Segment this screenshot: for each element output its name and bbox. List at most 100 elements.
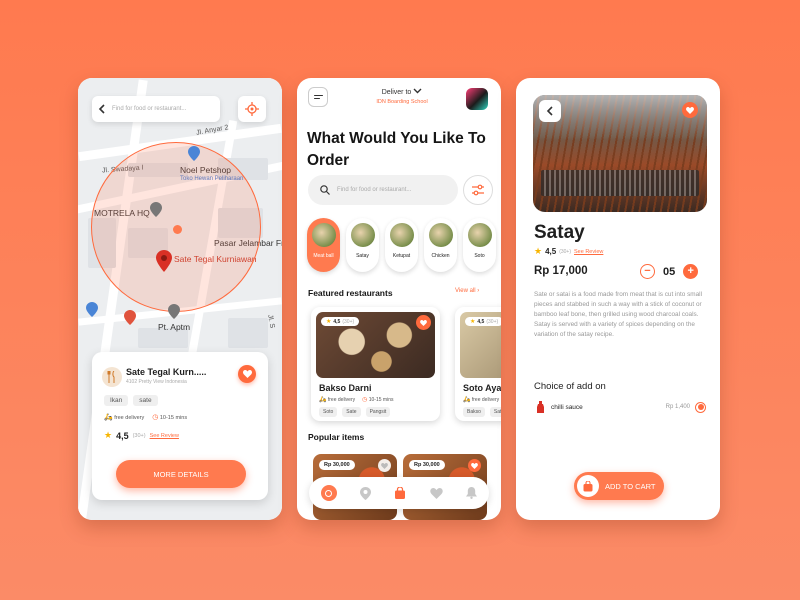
delivery-label: free delivery [471, 397, 500, 403]
featured-title: Featured restaurants [308, 288, 393, 298]
category-ketupat[interactable]: Ketupat [385, 218, 418, 272]
decrease-button[interactable]: − [640, 264, 655, 279]
delivery-time: 10-15 mins [159, 415, 188, 421]
poi-pin-icon [168, 304, 180, 319]
category-label: Meat ball [313, 253, 334, 259]
nav-location-icon[interactable] [360, 486, 372, 500]
category-image [467, 223, 492, 247]
addon-title: Choice of add on [534, 381, 606, 392]
rating-value: 4,5 [545, 247, 557, 256]
menu-icon [313, 94, 323, 96]
category-soto[interactable]: Soto [463, 218, 496, 272]
addon-radio[interactable] [695, 401, 706, 413]
delivery-icon: 🛵 [104, 414, 113, 421]
category-image [311, 223, 336, 247]
search-bar[interactable]: Find for food or restaurant... [92, 96, 220, 122]
search-input[interactable]: Find for food or restaurant... [112, 106, 186, 112]
home-screen: Deliver to IDN Boarding School What Woul… [297, 78, 501, 520]
view-all-link[interactable]: View all › [455, 288, 479, 294]
locate-button[interactable] [238, 96, 266, 122]
poi-pin-icon [86, 302, 98, 317]
restaurant-card[interactable]: ★ 4,5 (30+) Soto Ayam 🛵 free delivery Ba… [455, 307, 501, 421]
street-label: Jl. S [266, 314, 276, 329]
category-meatball[interactable]: Meat ball [307, 218, 340, 272]
back-button[interactable] [539, 100, 561, 122]
clock-icon: ◷ [152, 414, 159, 421]
compass-icon [325, 489, 333, 497]
nav-cart-icon[interactable] [394, 487, 406, 499]
addon-price: Rp 1,400 [665, 404, 690, 410]
tag: Ikan [104, 395, 129, 406]
delivery-info: 🛵 free delivery ◷ 10-15 mins [104, 413, 187, 421]
tag-list: Bakso Sate [463, 407, 501, 417]
delivery-icon: 🛵 [319, 397, 327, 403]
image-grill [541, 170, 699, 196]
favorite-button[interactable] [416, 315, 431, 330]
crosshair-icon [245, 102, 259, 116]
tag: Sate [489, 407, 501, 417]
page-title: What Would You Like To Order [307, 130, 486, 169]
add-to-cart-label: ADD TO CART [605, 481, 656, 491]
category-chicken[interactable]: Chicken [424, 218, 457, 272]
product-price: Rp 17,000 [534, 265, 588, 277]
favorite-button[interactable] [682, 102, 698, 118]
search-input[interactable]: Find for food or restaurant... [337, 187, 411, 193]
heart-icon [686, 106, 694, 114]
delivery-icon: 🛵 [463, 397, 471, 403]
see-review-link[interactable]: See Review [574, 249, 603, 255]
back-icon[interactable] [98, 104, 106, 114]
more-details-button[interactable]: MORE DETAILS [116, 460, 246, 488]
heart-icon [242, 370, 252, 378]
poi-pin-icon [188, 146, 200, 161]
star-icon: ★ [470, 319, 476, 325]
nav-bell-icon[interactable] [466, 487, 478, 499]
user-location-dot [173, 225, 182, 234]
category-satay[interactable]: Satay [346, 218, 379, 272]
category-label: Satay [356, 253, 369, 259]
restaurant-card[interactable]: Sate Tegal Kurn..... 4102 Pretty View In… [92, 352, 268, 500]
tag: Pangsit [365, 407, 391, 417]
restaurant-name: Bakso Darni [319, 383, 372, 393]
rating-count: (30+) [486, 318, 499, 325]
deliver-to-label: Deliver to [381, 89, 412, 96]
radio-dot [697, 404, 704, 410]
sauce-bottle-icon [537, 401, 544, 413]
menu-button[interactable] [308, 87, 328, 107]
nav-home-button[interactable] [320, 485, 337, 501]
tag: Bakso [463, 407, 485, 417]
see-review-link[interactable]: See Review [150, 433, 179, 439]
heart-icon [381, 462, 388, 469]
delivery-location[interactable]: Deliver to IDN Boarding School [357, 88, 447, 105]
rating-badge: ★ 4,5 (30+) [321, 317, 360, 326]
favorite-button[interactable] [378, 459, 391, 472]
bottom-nav [309, 477, 489, 509]
poi-pin-icon [150, 202, 162, 217]
tag: Sate [342, 407, 361, 417]
restaurant-card[interactable]: ★ 4,5 (30+) Bakso Darni 🛵 free delivery … [311, 307, 440, 421]
location-name: IDN Boarding School [376, 99, 428, 105]
fork-knife-icon [107, 371, 115, 383]
product-description: Sate or satai is a food made from meat t… [534, 291, 703, 338]
star-icon: ★ [534, 246, 543, 256]
heart-icon [420, 319, 427, 326]
poi-pin-icon [124, 310, 136, 325]
addon-name: chilli sauce [551, 403, 583, 411]
delivery-time: 10-15 mins [368, 397, 394, 403]
addon-option[interactable]: chilli sauce Rp 1,400 [536, 401, 706, 413]
delivery-label: free delivery [327, 397, 356, 403]
nav-heart-icon[interactable] [430, 487, 443, 499]
restaurant-name: Soto Ayam [463, 383, 501, 393]
restaurant-pin-icon[interactable] [156, 250, 172, 272]
add-to-cart-button[interactable]: ADD TO CART [574, 472, 664, 500]
clock-icon: ◷ [362, 397, 368, 403]
favorite-button[interactable] [468, 459, 481, 472]
popular-title: Popular items [308, 432, 365, 442]
favorite-button[interactable] [238, 365, 256, 383]
increase-button[interactable]: + [683, 264, 699, 279]
avatar[interactable] [466, 88, 488, 110]
category-list: Meat ball Satay Ketupat Chicken Soto [307, 218, 496, 272]
restaurant-address: 4102 Pretty View Indonesia [126, 379, 187, 385]
filter-button[interactable] [463, 175, 493, 205]
search-bar[interactable]: Find for food or restaurant... [308, 175, 458, 205]
delivery-label: free delivery [114, 415, 145, 421]
